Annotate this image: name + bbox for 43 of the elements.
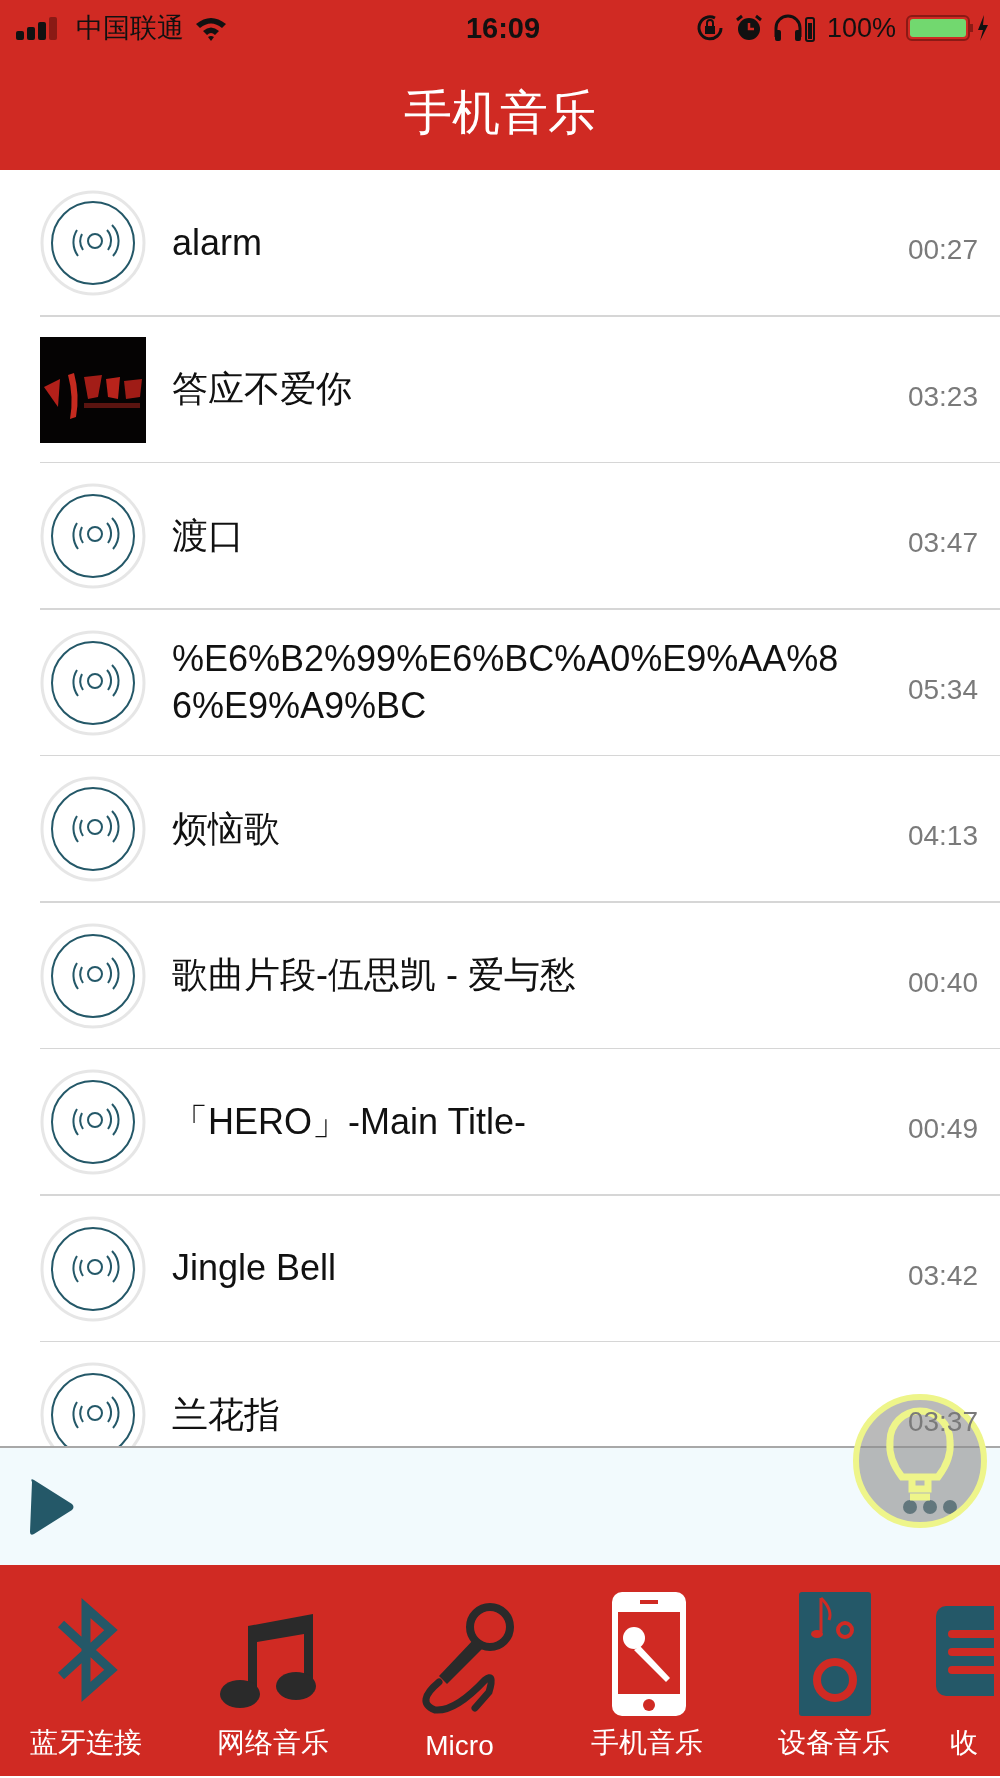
- song-title[interactable]: Jingle Bell: [172, 1245, 852, 1293]
- song-title[interactable]: 「HERO」-Main Title-: [172, 1098, 852, 1146]
- song-duration: 03:42: [907, 1259, 978, 1292]
- song-title[interactable]: alarm: [172, 219, 852, 267]
- song-duration: 05:34: [907, 673, 978, 706]
- disc-icon: [40, 776, 146, 883]
- song-duration: 00:40: [907, 966, 978, 999]
- disc-icon: [40, 190, 146, 297]
- song-title[interactable]: 烦恼歌: [172, 805, 852, 853]
- clock-time: 16:09: [464, 11, 542, 45]
- song-duration: 03:47: [907, 527, 978, 559]
- play-icon[interactable]: [28, 1477, 74, 1536]
- list-icon: [933, 1606, 994, 1696]
- song-title[interactable]: 答应不爱你: [172, 366, 852, 414]
- lightbulb-icon[interactable]: [852, 1393, 988, 1529]
- disc-icon: [40, 1215, 146, 1322]
- alarm-icon: [734, 14, 763, 42]
- song-title[interactable]: 歌曲片段-伍思凯 - 爱与愁: [172, 952, 852, 1000]
- song-duration: 03:23: [907, 380, 978, 413]
- song-duration: 03:37: [907, 1406, 978, 1438]
- tab[interactable]: Micro: [366, 1565, 553, 1776]
- more-icon[interactable]: [902, 1498, 958, 1515]
- song-title[interactable]: 渡口: [172, 512, 852, 560]
- tab[interactable]: 蓝牙连接: [0, 1565, 179, 1776]
- disc-icon: [40, 1069, 146, 1176]
- song-duration: 00:27: [907, 234, 978, 266]
- battery-percent: 100%: [826, 12, 896, 44]
- tab[interactable]: 收: [927, 1565, 1000, 1776]
- disc-icon: [40, 483, 146, 590]
- headphones-battery-icon: [772, 13, 817, 43]
- tab[interactable]: 网络音乐: [179, 1565, 366, 1776]
- carrier-name: 中国联通: [76, 12, 184, 45]
- tab[interactable]: 手机音乐: [553, 1565, 740, 1776]
- tab[interactable]: 设备音乐: [740, 1565, 927, 1776]
- song-duration: 00:49: [907, 1113, 978, 1145]
- battery-charging-icon: [906, 13, 990, 43]
- page-title: 手机音乐: [404, 85, 596, 141]
- disc-icon: [40, 629, 146, 736]
- song-duration: 04:13: [907, 820, 978, 852]
- disc-icon: [40, 922, 146, 1029]
- song-title[interactable]: 兰花指: [172, 1391, 852, 1439]
- wifi-icon: [194, 15, 228, 41]
- song-title[interactable]: %E6%B2%99%E6%BC%A0%E9%AA%86%E9%A9%BC: [172, 635, 852, 730]
